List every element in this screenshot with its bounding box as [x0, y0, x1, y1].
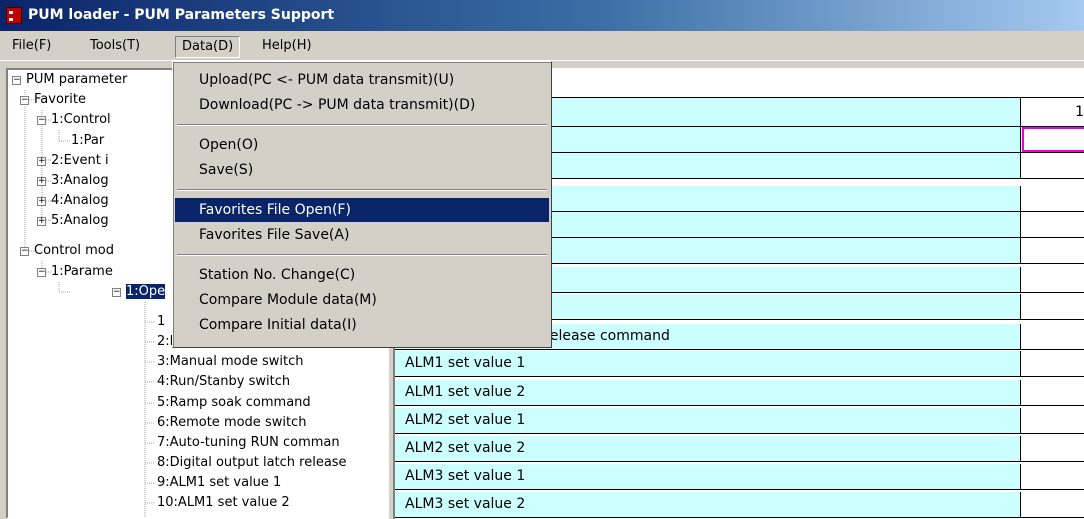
- value-cell[interactable]: [1022, 212, 1084, 237]
- menu-item-compare-module[interactable]: Compare Module data(M): [175, 288, 549, 312]
- tree-item[interactable]: + 3:Analog: [37, 171, 109, 191]
- tree-item-label[interactable]: 8:Digital output latch release: [157, 455, 347, 470]
- menu-item-download[interactable]: Download(PC -> PUM data transmit)(D): [175, 93, 549, 117]
- tree-item-label[interactable]: 1:Control: [51, 112, 111, 127]
- menu-item-save[interactable]: Save(S): [175, 158, 549, 182]
- value-cell[interactable]: [1022, 294, 1084, 319]
- table-row[interactable]: ALM2 set value 2: [395, 436, 1084, 462]
- data-menu-dropdown[interactable]: Upload(PC <- PUM data transmit)(U) Downl…: [172, 61, 552, 348]
- tree-item-label[interactable]: 9:ALM1 set value 1: [157, 475, 281, 490]
- expand-icon[interactable]: +: [37, 217, 46, 226]
- menu-tools[interactable]: Tools(T): [84, 36, 146, 58]
- tree-item-label[interactable]: 7:Auto-tuning RUN comman: [157, 435, 340, 450]
- tree-item[interactable]: 9:ALM1 set value 1: [157, 473, 281, 493]
- menu-bar: File(F) Tools(T) Data(D) Help(H): [0, 31, 1084, 61]
- value-cell[interactable]: [1022, 380, 1084, 405]
- tree-item[interactable]: 4:Run/Stanby switch: [157, 372, 290, 392]
- table-row[interactable]: ALM3 set value 2: [395, 492, 1084, 518]
- tree-item[interactable]: + 4:Analog: [37, 191, 109, 211]
- tree-item[interactable]: 10:ALM1 set value 2: [157, 493, 290, 513]
- tree-item-label[interactable]: 4:Analog: [51, 193, 109, 208]
- tree-item[interactable]: − PUM parameter: [12, 70, 127, 90]
- parameter-name-cell: ALM3 set value 1: [395, 464, 1021, 489]
- tree-item[interactable]: 5:Ramp soak command: [157, 393, 311, 413]
- tree-item-label[interactable]: Control mod: [34, 243, 114, 258]
- tree-item-selected[interactable]: − 1:Ope: [112, 282, 167, 302]
- app-icon[interactable]: [6, 7, 22, 24]
- value-cell[interactable]: [1022, 436, 1084, 461]
- parameter-name-cell: ALM2 set value 1: [395, 408, 1021, 433]
- tree-item[interactable]: 7:Auto-tuning RUN comman: [157, 433, 340, 453]
- value-cell[interactable]: [1022, 153, 1084, 178]
- tree-item-label[interactable]: 2:Event i: [51, 153, 109, 168]
- tree-item[interactable]: + 2:Event i: [37, 151, 109, 171]
- expand-icon[interactable]: +: [37, 177, 46, 186]
- menu-item-open[interactable]: Open(O): [175, 133, 549, 157]
- tree-item[interactable]: − 1:Parame: [37, 262, 113, 282]
- menu-item-station-change[interactable]: Station No. Change(C): [175, 263, 549, 287]
- menu-item-upload[interactable]: Upload(PC <- PUM data transmit)(U): [175, 68, 549, 92]
- menu-item-compare-initial[interactable]: Compare Initial data(I): [175, 313, 549, 337]
- tree-item[interactable]: 6:Remote mode switch: [157, 413, 306, 433]
- tree-item-label[interactable]: 10:ALM1 set value 2: [157, 495, 290, 510]
- value-cell[interactable]: [1022, 464, 1084, 489]
- tree-item-label[interactable]: 5:Analog: [51, 213, 109, 228]
- value-cell-focused[interactable]: [1022, 127, 1084, 152]
- menu-separator: [177, 189, 547, 191]
- value-cell[interactable]: [1022, 238, 1084, 263]
- value-cell[interactable]: [1022, 408, 1084, 433]
- tree-item[interactable]: 1: [157, 312, 165, 332]
- parameter-name-cell: ALM2 set value 2: [395, 436, 1021, 461]
- tree-item-label[interactable]: 6:Remote mode switch: [157, 415, 306, 430]
- menu-help[interactable]: Help(H): [256, 36, 318, 58]
- menu-file[interactable]: File(F): [6, 36, 57, 58]
- tree-item-label[interactable]: 3:Manual mode switch: [157, 354, 304, 369]
- value-cell[interactable]: [1022, 186, 1084, 211]
- menu-item-favorites-save[interactable]: Favorites File Save(A): [175, 223, 549, 247]
- value-cell[interactable]: [1022, 351, 1084, 376]
- tree-item-label[interactable]: PUM parameter: [26, 72, 127, 87]
- collapse-icon[interactable]: −: [12, 76, 21, 85]
- tree-item-label[interactable]: 4:Run/Stanby switch: [157, 374, 290, 389]
- tree-item-label[interactable]: 1:Ope: [124, 283, 167, 300]
- tree-item[interactable]: 8:Digital output latch release: [157, 453, 347, 473]
- expand-icon[interactable]: +: [37, 157, 46, 166]
- collapse-icon[interactable]: −: [20, 247, 29, 256]
- tree-item[interactable]: − 1:Control: [37, 110, 111, 130]
- menu-data[interactable]: Data(D): [175, 36, 241, 58]
- tree-item-label[interactable]: Favorite: [34, 92, 86, 107]
- collapse-icon[interactable]: −: [112, 288, 121, 297]
- tree-item[interactable]: + 5:Analog: [37, 211, 109, 231]
- menu-separator: [177, 124, 547, 126]
- expand-icon[interactable]: +: [37, 197, 46, 206]
- collapse-icon[interactable]: −: [37, 268, 46, 277]
- tree-item-label[interactable]: 5:Ramp soak command: [157, 395, 311, 410]
- menu-separator: [177, 254, 547, 256]
- parameter-name-cell: ALM3 set value 2: [395, 492, 1021, 517]
- collapse-icon[interactable]: −: [20, 96, 29, 105]
- menu-item-favorites-open[interactable]: Favorites File Open(F): [175, 198, 549, 222]
- tree-item[interactable]: − Favorite: [20, 90, 86, 110]
- window-title: PUM loader - PUM Parameters Support: [28, 7, 335, 23]
- collapse-icon[interactable]: −: [37, 116, 46, 125]
- parameter-name-cell: ALM1 set value 2: [395, 380, 1021, 405]
- tree-item[interactable]: − Control mod: [20, 241, 114, 261]
- tree-item-label[interactable]: 1:Parame: [51, 264, 113, 279]
- tree-item-label[interactable]: 3:Analog: [51, 173, 109, 188]
- tree-item[interactable]: 1:Par: [71, 131, 104, 151]
- tree-item[interactable]: 3:Manual mode switch: [157, 352, 304, 372]
- parameter-name-cell: ALM1 set value 1: [395, 351, 1021, 376]
- table-row[interactable]: ALM1 set value 1: [395, 351, 1084, 377]
- title-bar[interactable]: PUM loader - PUM Parameters Support: [0, 0, 1084, 31]
- value-cell[interactable]: [1022, 267, 1084, 292]
- table-row[interactable]: ALM1 set value 2: [395, 380, 1084, 406]
- tree-item-label[interactable]: 1: [157, 314, 165, 329]
- tree-item-label[interactable]: 1:Par: [71, 133, 104, 148]
- table-row[interactable]: ALM2 set value 1: [395, 408, 1084, 434]
- column-number: 1: [1022, 98, 1084, 126]
- value-cell[interactable]: [1022, 492, 1084, 517]
- table-row[interactable]: ALM3 set value 1: [395, 464, 1084, 490]
- value-cell[interactable]: [1022, 324, 1084, 349]
